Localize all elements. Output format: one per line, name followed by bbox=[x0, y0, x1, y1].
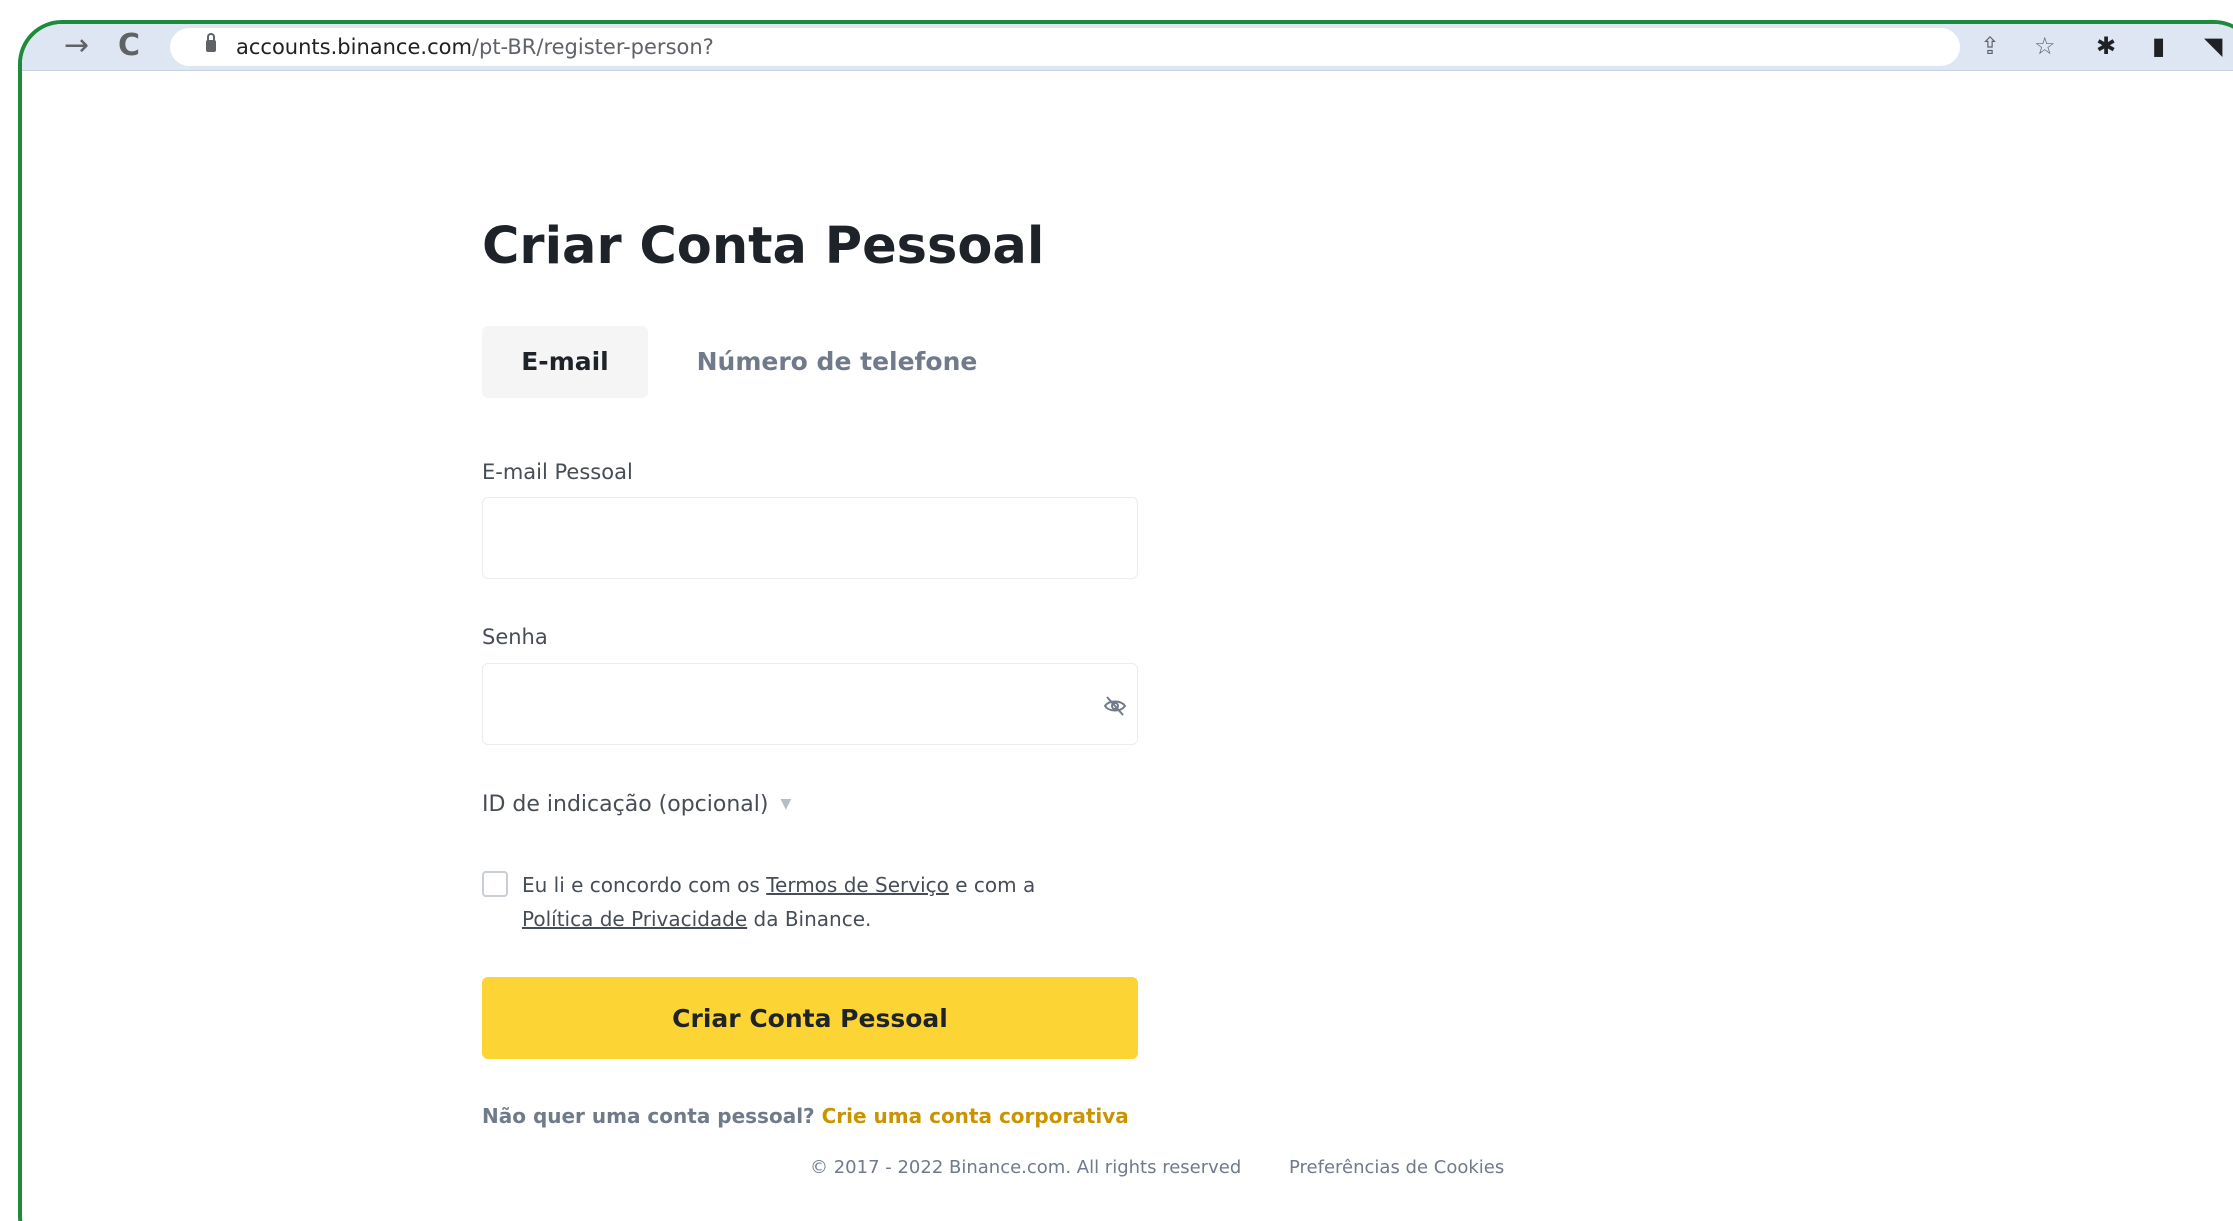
referral-toggle[interactable]: ID de indicação (opcional) ▼ bbox=[482, 792, 791, 817]
caret-down-icon: ▼ bbox=[780, 796, 792, 812]
email-field[interactable] bbox=[482, 497, 1138, 579]
corporate-account-prompt: Não quer uma conta pessoal? Crie uma con… bbox=[482, 1104, 1129, 1128]
email-label: E-mail Pessoal bbox=[482, 460, 633, 484]
corporate-account-link[interactable]: Crie uma conta corporativa bbox=[822, 1104, 1129, 1128]
password-field[interactable] bbox=[482, 663, 1138, 745]
corporate-prompt-text: Não quer uma conta pessoal? bbox=[482, 1104, 822, 1128]
cursor-icon: ◥ bbox=[2204, 32, 2223, 60]
forward-icon[interactable]: → bbox=[64, 28, 89, 64]
screenshot-frame: → C accounts.binance.com/pt-BR/register-… bbox=[18, 20, 2233, 1221]
puzzle-icon[interactable]: ✱ bbox=[2096, 30, 2116, 62]
url-path: /pt-BR/register-person? bbox=[471, 35, 714, 59]
tab-phone-number[interactable]: Número de telefone bbox=[682, 326, 992, 398]
privacy-policy-link[interactable]: Política de Privacidade bbox=[522, 907, 747, 931]
url-host: accounts.binance.com bbox=[236, 35, 472, 59]
terms-prefix: Eu li e concordo com os bbox=[522, 873, 767, 897]
address-bar[interactable]: accounts.binance.com/pt-BR/register-pers… bbox=[170, 28, 1960, 66]
terms-checkbox[interactable] bbox=[482, 871, 508, 897]
tab-email[interactable]: E-mail bbox=[482, 326, 648, 398]
terms-suffix: da Binance. bbox=[747, 907, 872, 931]
star-icon[interactable]: ☆ bbox=[2034, 30, 2056, 62]
browser-toolbar: → C accounts.binance.com/pt-BR/register-… bbox=[22, 24, 2233, 71]
page-title: Criar Conta Pessoal bbox=[482, 217, 1045, 276]
cookie-preferences-link[interactable]: Preferências de Cookies bbox=[1289, 1157, 1504, 1178]
url-text[interactable]: accounts.binance.com/pt-BR/register-pers… bbox=[236, 35, 714, 59]
side-panel-icon[interactable]: ▮ bbox=[2152, 30, 2165, 62]
footer-copyright: © 2017 - 2022 Binance.com. All rights re… bbox=[810, 1157, 1242, 1178]
eye-hidden-icon[interactable] bbox=[1102, 693, 1128, 719]
terms-text: Eu li e concordo com os Termos de Serviç… bbox=[522, 868, 1142, 936]
share-icon[interactable]: ⇪ bbox=[1980, 30, 2000, 62]
reload-icon[interactable]: C bbox=[118, 28, 140, 64]
referral-label: ID de indicação (opcional) bbox=[482, 792, 769, 817]
terms-of-service-link[interactable]: Termos de Serviço bbox=[766, 873, 949, 897]
password-label: Senha bbox=[482, 625, 548, 649]
terms-middle: e com a bbox=[948, 873, 1036, 897]
create-account-button[interactable]: Criar Conta Pessoal bbox=[482, 977, 1138, 1059]
lock-icon[interactable] bbox=[206, 33, 216, 52]
